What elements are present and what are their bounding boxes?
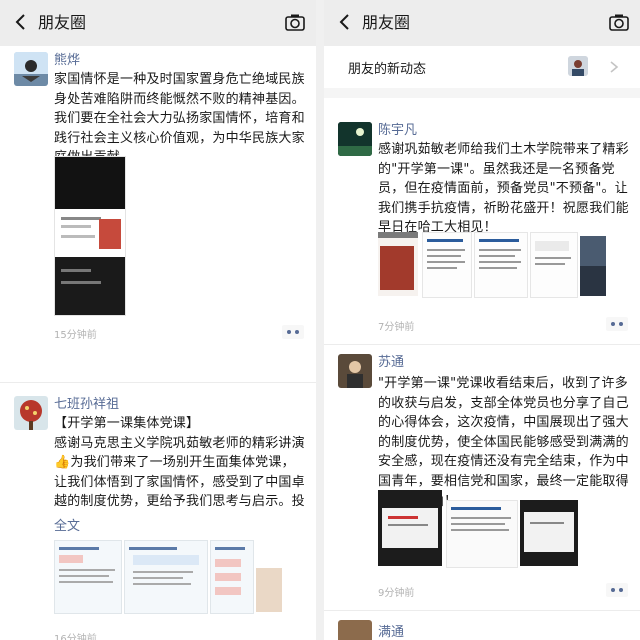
avatar[interactable]: [338, 620, 372, 640]
camera-icon[interactable]: [284, 12, 306, 34]
back-arrow-icon[interactable]: [10, 11, 32, 33]
back-arrow-icon[interactable]: [334, 11, 356, 33]
post-author[interactable]: 七班孙祥祖: [54, 396, 119, 414]
post-image-video[interactable]: [520, 500, 578, 566]
full-text-link[interactable]: 全文: [54, 515, 80, 534]
post-image-slide[interactable]: [474, 232, 528, 298]
post-timestamp: 15分钟前: [54, 330, 97, 341]
navbar: 朋友圈: [0, 0, 316, 46]
post-image-slide[interactable]: [446, 500, 518, 568]
panel-divider: [316, 0, 324, 640]
avatar[interactable]: [14, 52, 48, 86]
post-timestamp: 9分钟前: [378, 588, 415, 599]
avatar[interactable]: [338, 354, 372, 388]
post-text: 感谢巩茹敏老师给我们土木学院带来了精彩的"开学第一课"。虽然我还是一名预备党员，…: [378, 142, 629, 236]
post-image-slide[interactable]: [54, 540, 122, 614]
post-image-photo[interactable]: [256, 568, 282, 612]
camera-icon[interactable]: [608, 12, 630, 34]
new-updates-label: 朋友的新动态: [348, 62, 427, 77]
more-dots-icon: [287, 330, 291, 334]
post-image-slide[interactable]: [124, 540, 208, 614]
right-moments-panel: 朋友圈 朋友的新动态 陈宇凡 感谢巩茹敏老师给我们土木学院带来了精彩的"开学第一…: [324, 0, 640, 640]
more-dots-icon: [611, 322, 615, 326]
section-gap: [324, 88, 640, 98]
page-title: 朋友圈: [362, 13, 411, 32]
post-image-slide[interactable]: [378, 232, 418, 296]
post-timestamp: 7分钟前: [378, 322, 415, 333]
page-title: 朋友圈: [38, 13, 87, 32]
avatar: [568, 56, 588, 76]
post-divider: [324, 344, 640, 345]
post-image-slide[interactable]: [530, 232, 578, 298]
post-image-slide[interactable]: [210, 540, 254, 614]
more-actions-button[interactable]: [606, 583, 628, 597]
post-text: 【开学第一课集体党课】 感谢马克思主义学院巩茹敏老师的精彩讲演👍为我们带来了一场…: [54, 416, 305, 510]
avatar[interactable]: [14, 396, 48, 430]
post-divider: [324, 610, 640, 611]
post-divider: [0, 382, 316, 383]
post-author[interactable]: 陈宇凡: [378, 122, 417, 140]
post-image-screenshot[interactable]: [54, 156, 126, 316]
more-dots-icon: [611, 588, 615, 592]
left-moments-panel: 朋友圈 熊烨 家国情怀是一种及时国家置身危亡绝域民族身处苦难陷阱而终能慨然不败的…: [0, 0, 316, 640]
post-text: 家国情怀是一种及时国家置身危亡绝域民族身处苦难陷阱而终能慨然不败的精神基因。我们…: [54, 72, 305, 166]
new-updates-row[interactable]: 朋友的新动态: [324, 46, 640, 88]
post-timestamp: 16分钟前: [54, 634, 97, 640]
post-image-slide[interactable]: [422, 232, 472, 298]
more-actions-button[interactable]: [282, 325, 304, 339]
post-author[interactable]: 满通: [378, 624, 404, 640]
post-author[interactable]: 熊烨: [54, 52, 80, 70]
avatar[interactable]: [338, 122, 372, 156]
post-author[interactable]: 苏通: [378, 354, 404, 372]
post-image-video[interactable]: [378, 490, 442, 566]
more-actions-button[interactable]: [606, 317, 628, 331]
navbar: 朋友圈: [324, 0, 640, 46]
chevron-right-icon: [610, 61, 619, 73]
post-image-photo[interactable]: [580, 236, 606, 296]
